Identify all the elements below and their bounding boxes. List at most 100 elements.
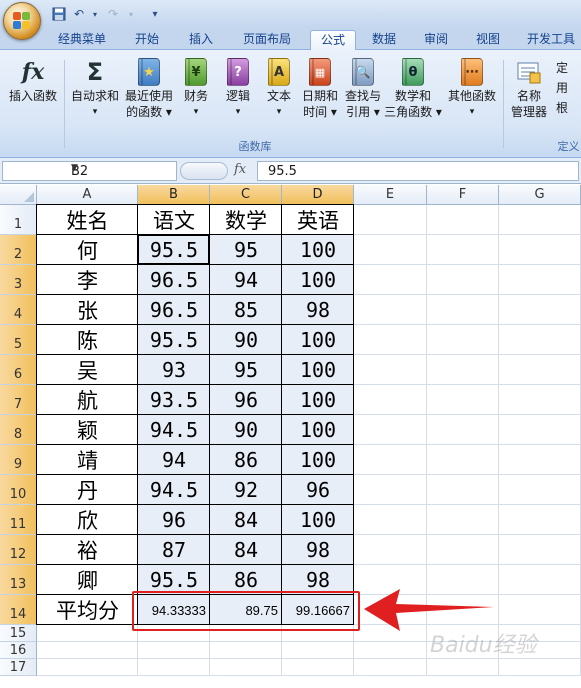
score-cell[interactable]: 93 bbox=[138, 355, 210, 385]
name-cell[interactable]: 欣 bbox=[37, 505, 138, 535]
row-header-15[interactable]: 15 bbox=[0, 625, 37, 642]
score-cell[interactable]: 95 bbox=[210, 355, 282, 385]
row-header-8[interactable]: 8 bbox=[0, 415, 37, 445]
name-cell[interactable]: 裕 bbox=[37, 535, 138, 565]
customize-toolbar-icon[interactable]: ▾ bbox=[146, 5, 164, 23]
column-header-f[interactable]: F bbox=[427, 185, 499, 205]
column-header-e[interactable]: E bbox=[354, 185, 427, 205]
score-cell[interactable]: 84 bbox=[210, 535, 282, 565]
tab-insert[interactable]: 插入 bbox=[178, 30, 224, 50]
score-cell[interactable]: 94 bbox=[210, 265, 282, 295]
name-manager-button[interactable]: 名称 管理器 bbox=[506, 56, 552, 134]
save-icon[interactable] bbox=[50, 5, 68, 23]
row-header-5[interactable]: 5 bbox=[0, 325, 37, 355]
use-in-formula-item[interactable]: 用 bbox=[556, 78, 581, 98]
formula-bar-handle[interactable] bbox=[180, 162, 228, 180]
score-cell[interactable]: 86 bbox=[210, 445, 282, 475]
formula-input[interactable]: 95.5 bbox=[257, 161, 579, 181]
row-header-4[interactable]: 4 bbox=[0, 295, 37, 325]
name-cell[interactable]: 吴 bbox=[37, 355, 138, 385]
score-cell[interactable]: 94.5 bbox=[138, 415, 210, 445]
score-cell[interactable]: 98 bbox=[282, 535, 354, 565]
row-header-13[interactable]: 13 bbox=[0, 565, 37, 595]
chevron-down-icon[interactable]: ▼ bbox=[71, 163, 172, 173]
score-cell[interactable]: 84 bbox=[210, 505, 282, 535]
tab-developer[interactable]: 开发工具 bbox=[520, 30, 581, 50]
redo-icon[interactable]: ↷ bbox=[104, 5, 122, 23]
name-cell[interactable]: 丹 bbox=[37, 475, 138, 505]
column-header-d[interactable]: D bbox=[282, 185, 354, 205]
row-header-14[interactable]: 14 bbox=[0, 595, 37, 625]
name-cell[interactable]: 何 bbox=[37, 235, 138, 265]
header-cell[interactable]: 数学 bbox=[210, 205, 282, 235]
column-header-c[interactable]: C bbox=[210, 185, 282, 205]
row-header-17[interactable]: 17 bbox=[0, 659, 37, 676]
name-cell[interactable]: 陈 bbox=[37, 325, 138, 355]
autosum-button[interactable]: Σ 自动求和 ▾ bbox=[68, 56, 122, 134]
score-cell[interactable]: 95 bbox=[210, 235, 282, 265]
undo-dropdown-icon[interactable]: ▾ bbox=[86, 5, 104, 23]
more-functions-button[interactable]: ⋯ 其他函数 ▾ bbox=[444, 56, 500, 134]
select-all-button[interactable] bbox=[0, 185, 37, 205]
row-header-6[interactable]: 6 bbox=[0, 355, 37, 385]
score-cell[interactable]: 100 bbox=[282, 325, 354, 355]
score-cell[interactable]: 100 bbox=[282, 505, 354, 535]
office-button[interactable] bbox=[3, 2, 41, 40]
row-header-10[interactable]: 10 bbox=[0, 475, 37, 505]
tab-home[interactable]: 开始 bbox=[124, 30, 170, 50]
column-header-b[interactable]: B bbox=[138, 185, 210, 205]
row-header-7[interactable]: 7 bbox=[0, 385, 37, 415]
tab-classic-menu[interactable]: 经典菜单 bbox=[48, 30, 116, 50]
name-cell[interactable]: 靖 bbox=[37, 445, 138, 475]
header-cell[interactable]: 姓名 bbox=[37, 205, 138, 235]
score-cell[interactable]: 100 bbox=[282, 355, 354, 385]
recently-used-button[interactable]: ★ 最近使用 的函数 ▾ bbox=[122, 56, 176, 134]
average-label-cell[interactable]: 平均分 bbox=[37, 595, 138, 625]
score-cell[interactable]: 100 bbox=[282, 385, 354, 415]
math-trig-button[interactable]: θ 数学和 三角函数 ▾ bbox=[384, 56, 442, 134]
score-cell[interactable]: 96.5 bbox=[138, 265, 210, 295]
worksheet-grid[interactable]: A B C D E F G 1 2 3 4 5 6 7 8 9 10 11 12 13 14 15 16 17 姓名 语文 数学 英语… bbox=[0, 185, 581, 688]
score-cell[interactable]: 87 bbox=[138, 535, 210, 565]
score-cell[interactable]: 98 bbox=[282, 295, 354, 325]
column-header-g[interactable]: G bbox=[499, 185, 581, 205]
financial-button[interactable]: ¥ 财务 ▾ bbox=[176, 56, 216, 134]
define-name-item[interactable]: 定 bbox=[556, 58, 581, 78]
score-cell[interactable]: 100 bbox=[282, 445, 354, 475]
name-cell[interactable]: 航 bbox=[37, 385, 138, 415]
score-cell[interactable]: 96 bbox=[282, 475, 354, 505]
tab-page-layout[interactable]: 页面布局 bbox=[232, 30, 302, 50]
name-cell[interactable]: 卿 bbox=[37, 565, 138, 595]
lookup-reference-button[interactable]: 🔍 查找与 引用 ▾ bbox=[342, 56, 384, 134]
name-box[interactable]: B2 ▼ bbox=[2, 161, 177, 181]
create-from-selection-item[interactable]: 根 bbox=[556, 98, 581, 118]
score-cell[interactable]: 96 bbox=[138, 505, 210, 535]
score-cell[interactable]: 100 bbox=[282, 265, 354, 295]
text-button[interactable]: A 文本 ▾ bbox=[260, 56, 298, 134]
score-cell[interactable]: 92 bbox=[210, 475, 282, 505]
header-cell[interactable]: 语文 bbox=[138, 205, 210, 235]
score-cell[interactable]: 94 bbox=[138, 445, 210, 475]
insert-function-icon[interactable]: fx bbox=[234, 162, 246, 177]
tab-formulas[interactable]: 公式 bbox=[310, 30, 356, 51]
name-cell[interactable]: 颖 bbox=[37, 415, 138, 445]
insert-function-button[interactable]: fx 插入函数 bbox=[4, 56, 62, 134]
tab-view[interactable]: 视图 bbox=[466, 30, 510, 50]
score-cell[interactable]: 90 bbox=[210, 325, 282, 355]
header-cell[interactable]: 英语 bbox=[282, 205, 354, 235]
name-cell[interactable]: 张 bbox=[37, 295, 138, 325]
date-time-button[interactable]: ▦ 日期和 时间 ▾ bbox=[298, 56, 342, 134]
row-header-2[interactable]: 2 bbox=[0, 235, 37, 265]
score-cell[interactable]: 96 bbox=[210, 385, 282, 415]
row-header-11[interactable]: 11 bbox=[0, 505, 37, 535]
logical-button[interactable]: ? 逻辑 ▾ bbox=[218, 56, 258, 134]
score-cell[interactable]: 95.5 bbox=[138, 325, 210, 355]
score-cell[interactable]: 90 bbox=[210, 415, 282, 445]
score-cell[interactable]: 85 bbox=[210, 295, 282, 325]
row-header-9[interactable]: 9 bbox=[0, 445, 37, 475]
name-cell[interactable]: 李 bbox=[37, 265, 138, 295]
row-header-3[interactable]: 3 bbox=[0, 265, 37, 295]
column-header-a[interactable]: A bbox=[37, 185, 138, 205]
tab-data[interactable]: 数据 bbox=[364, 30, 404, 50]
score-cell[interactable]: 96.5 bbox=[138, 295, 210, 325]
